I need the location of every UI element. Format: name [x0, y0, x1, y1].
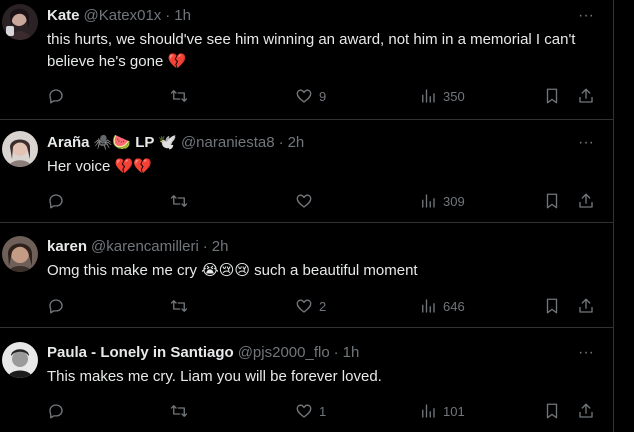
views-button[interactable]: 309 — [419, 191, 465, 211]
separator-dot: · — [202, 238, 208, 255]
repost-icon — [170, 195, 188, 207]
tweet-header: karen @karencamilleri · 2h — [47, 237, 228, 257]
author-name[interactable]: Paula - Lonely in Santiago — [47, 343, 234, 363]
tweet[interactable]: Paula - Lonely in Santiago @pjs2000_flo … — [0, 329, 614, 432]
views-button[interactable]: 646 — [419, 296, 465, 316]
repost-button[interactable] — [170, 401, 188, 421]
tweet-header: Araña 🕷️🍉 LP 🕊️ @naraniesta8 · 2h — [47, 133, 304, 153]
repost-button[interactable] — [170, 191, 188, 211]
views-icon — [422, 194, 435, 208]
tweet-text: This makes me cry. Liam you will be fore… — [47, 368, 382, 385]
repost-icon — [170, 300, 188, 312]
reply-button[interactable] — [47, 401, 65, 421]
bookmark-button[interactable] — [543, 401, 561, 421]
heart-icon — [296, 194, 312, 208]
views-icon — [422, 299, 435, 313]
views-button[interactable]: 350 — [419, 86, 465, 106]
view-count: 350 — [443, 88, 465, 104]
tweet-actions: 309 — [47, 191, 607, 211]
reply-feed: Kate @Katex01x · 1h ··· this hurts, we s… — [0, 0, 614, 432]
tweet-header: Kate @Katex01x · 1h — [47, 6, 191, 26]
like-button[interactable] — [295, 191, 319, 211]
repost-icon — [170, 405, 188, 417]
like-button[interactable]: 1 — [295, 401, 326, 421]
bookmark-button[interactable] — [543, 191, 561, 211]
reply-icon — [49, 194, 63, 209]
heart-icon — [296, 89, 312, 103]
avatar[interactable] — [2, 342, 38, 378]
more-options-button[interactable]: ··· — [576, 345, 596, 367]
tweet-actions: 1 101 — [47, 401, 607, 421]
author-name[interactable]: Kate — [47, 6, 80, 26]
repost-button[interactable] — [170, 296, 188, 316]
avatar[interactable] — [2, 4, 38, 40]
tweet[interactable]: Kate @Katex01x · 1h ··· this hurts, we s… — [0, 0, 614, 120]
timestamp[interactable]: 1h — [174, 6, 191, 26]
tweet-text: this hurts, we should've see him winning… — [47, 31, 580, 70]
like-count: 1 — [319, 403, 327, 419]
avatar[interactable] — [2, 236, 38, 272]
like-button[interactable]: 9 — [295, 86, 326, 106]
bookmark-icon — [546, 298, 558, 314]
author-handle[interactable]: @pjs2000_flo — [238, 343, 330, 363]
author-name[interactable]: karen — [47, 237, 87, 257]
reply-icon — [49, 89, 63, 104]
like-button[interactable]: 2 — [295, 296, 326, 316]
separator-dot: · — [333, 344, 339, 361]
bookmark-icon — [546, 403, 558, 419]
views-icon — [422, 404, 435, 418]
reply-icon — [49, 404, 63, 419]
reply-icon — [49, 299, 63, 314]
tweet-header: Paula - Lonely in Santiago @pjs2000_flo … — [47, 343, 359, 363]
tweet[interactable]: Araña 🕷️🍉 LP 🕊️ @naraniesta8 · 2h ··· He… — [0, 121, 614, 223]
bookmark-icon — [546, 193, 558, 209]
tweet-actions: 2 646 — [47, 296, 607, 316]
share-button[interactable] — [577, 401, 595, 421]
timestamp[interactable]: 2h — [212, 237, 229, 257]
tweet-actions: 9 350 — [47, 86, 607, 106]
bookmark-button[interactable] — [543, 296, 561, 316]
reply-button[interactable] — [47, 296, 65, 316]
tweet-text: Her voice 💔💔 — [47, 158, 152, 175]
share-button[interactable] — [577, 86, 595, 106]
bookmark-button[interactable] — [543, 86, 561, 106]
view-count: 101 — [443, 403, 465, 419]
more-options-button[interactable]: ··· — [576, 135, 596, 157]
avatar[interactable] — [2, 131, 38, 167]
heart-icon — [296, 299, 312, 313]
share-icon — [579, 88, 593, 103]
separator-dot: · — [165, 7, 171, 24]
repost-icon — [170, 90, 188, 102]
bookmark-icon — [546, 88, 558, 104]
author-name[interactable]: Araña 🕷️🍉 LP 🕊️ — [47, 133, 177, 153]
views-icon — [422, 89, 435, 103]
share-icon — [579, 193, 593, 208]
tweet[interactable]: karen @karencamilleri · 2h Omg this make… — [0, 224, 614, 328]
heart-icon — [296, 404, 312, 418]
repost-button[interactable] — [170, 86, 188, 106]
views-button[interactable]: 101 — [419, 401, 465, 421]
view-count: 646 — [443, 298, 465, 314]
share-icon — [579, 403, 593, 418]
reply-button[interactable] — [47, 86, 65, 106]
reply-button[interactable] — [47, 191, 65, 211]
author-handle[interactable]: @karencamilleri — [91, 237, 199, 257]
share-button[interactable] — [577, 296, 595, 316]
timestamp[interactable]: 2h — [288, 133, 305, 153]
timestamp[interactable]: 1h — [343, 343, 360, 363]
author-handle[interactable]: @naraniesta8 — [181, 133, 275, 153]
share-button[interactable] — [577, 191, 595, 211]
tweet-text: Omg this make me cry 😭😢😢 such a beautifu… — [47, 262, 418, 279]
like-count: 9 — [319, 88, 327, 104]
like-count: 2 — [319, 298, 327, 314]
more-options-button[interactable]: ··· — [576, 8, 596, 30]
view-count: 309 — [443, 193, 465, 209]
share-icon — [579, 298, 593, 313]
author-handle[interactable]: @Katex01x — [84, 6, 162, 26]
separator-dot: · — [278, 134, 284, 151]
